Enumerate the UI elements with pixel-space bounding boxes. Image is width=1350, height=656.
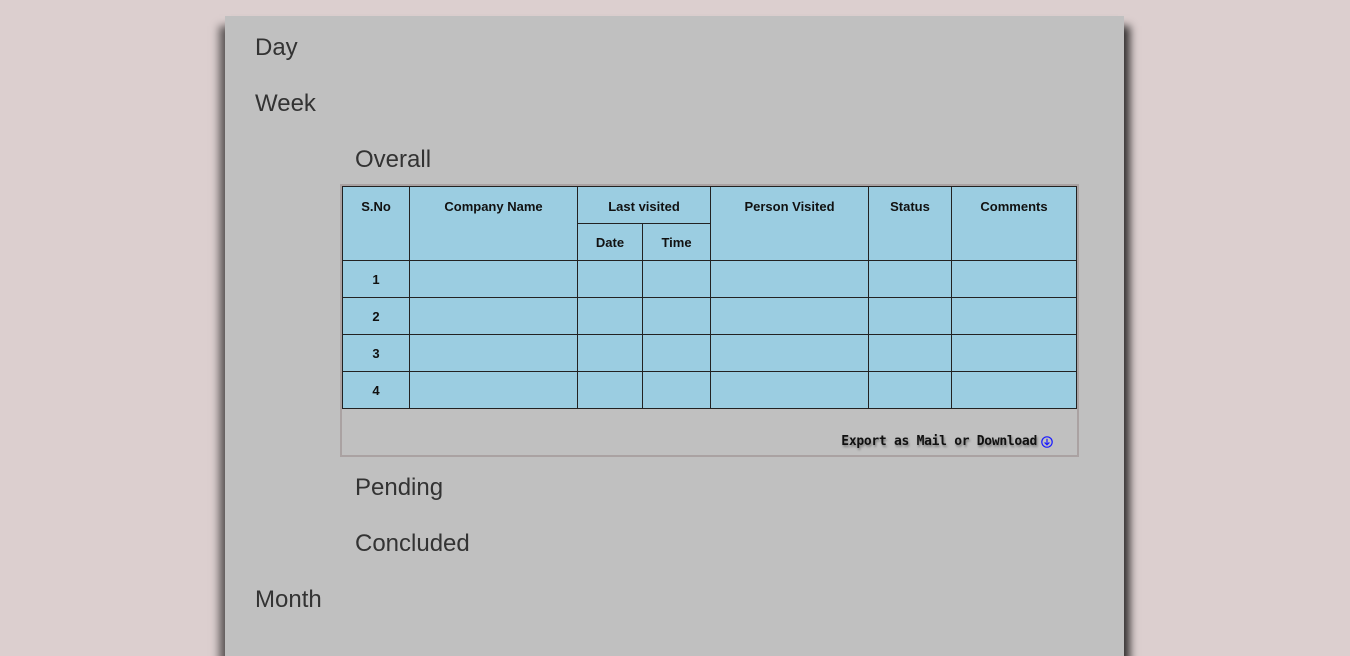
- visits-table: S.No Company Name Last visited Person Vi…: [342, 186, 1077, 409]
- cell-sno: 4: [342, 371, 410, 409]
- overall-report-box: S.No Company Name Last visited Person Vi…: [340, 184, 1079, 457]
- cell-person: [710, 260, 869, 298]
- cell-comments: [951, 334, 1077, 372]
- export-label[interactable]: Export as Mail or Download: [841, 434, 1037, 449]
- header-time: Time: [642, 223, 711, 261]
- nav-concluded[interactable]: Concluded: [355, 530, 470, 558]
- header-sno: S.No: [342, 186, 410, 261]
- nav-day[interactable]: Day: [255, 34, 298, 62]
- cell-time: [642, 260, 711, 298]
- download-circle-icon[interactable]: [1041, 435, 1053, 448]
- table-row: 3: [342, 334, 1077, 372]
- header-company-name: Company Name: [409, 186, 578, 261]
- nav-overall[interactable]: Overall: [355, 146, 431, 174]
- header-status: Status: [868, 186, 952, 261]
- nav-pending[interactable]: Pending: [355, 474, 443, 502]
- cell-person: [710, 297, 869, 335]
- cell-date: [577, 371, 643, 409]
- cell-company: [409, 260, 578, 298]
- header-person-visited: Person Visited: [710, 186, 869, 261]
- header-comments: Comments: [951, 186, 1077, 261]
- cell-sno: 2: [342, 297, 410, 335]
- header-date: Date: [577, 223, 643, 261]
- cell-time: [642, 297, 711, 335]
- cell-date: [577, 260, 643, 298]
- cell-comments: [951, 260, 1077, 298]
- cell-person: [710, 371, 869, 409]
- cell-status: [868, 371, 952, 409]
- table-row: 4: [342, 371, 1077, 409]
- cell-company: [409, 371, 578, 409]
- cell-status: [868, 334, 952, 372]
- cell-date: [577, 334, 643, 372]
- cell-status: [868, 297, 952, 335]
- table-row: 2: [342, 297, 1077, 335]
- nav-week[interactable]: Week: [255, 90, 316, 118]
- report-panel: Day Week Overall S.No Company Name Last …: [225, 16, 1124, 656]
- cell-company: [409, 334, 578, 372]
- cell-person: [710, 334, 869, 372]
- table-row: 1: [342, 260, 1077, 298]
- cell-comments: [951, 297, 1077, 335]
- cell-date: [577, 297, 643, 335]
- cell-sno: 3: [342, 334, 410, 372]
- cell-company: [409, 297, 578, 335]
- cell-sno: 1: [342, 260, 410, 298]
- export-link[interactable]: Export as Mail or Download: [841, 434, 1053, 449]
- nav-month[interactable]: Month: [255, 586, 322, 614]
- cell-time: [642, 334, 711, 372]
- cell-comments: [951, 371, 1077, 409]
- header-last-visited: Last visited: [577, 186, 711, 224]
- cell-status: [868, 260, 952, 298]
- cell-time: [642, 371, 711, 409]
